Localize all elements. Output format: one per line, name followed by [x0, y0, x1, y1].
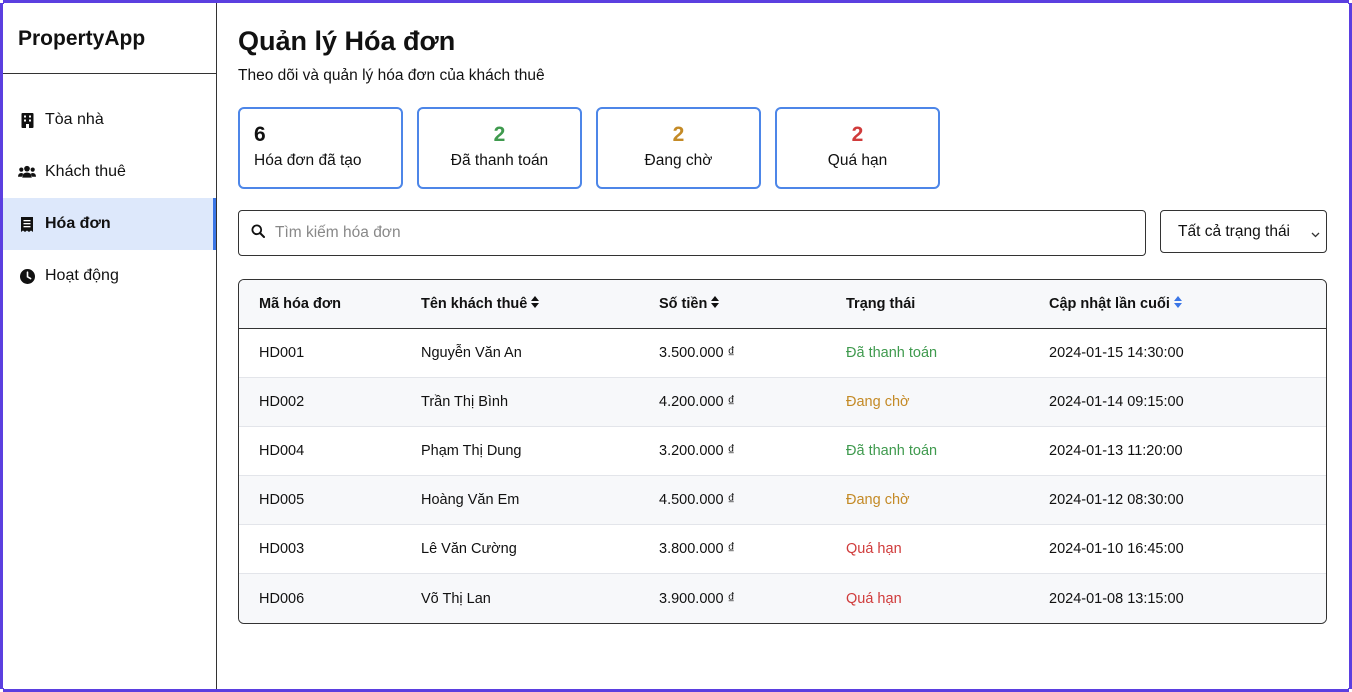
stat-label: Quá hạn [827, 152, 888, 169]
cell-tenant: Võ Thị Lan [421, 590, 491, 607]
table-row[interactable]: HD002 Trần Thị Bình 4.200.000 ₫ Đang chờ… [239, 378, 1326, 427]
sort-active-icon[interactable] [1173, 296, 1182, 312]
frame-handle [0, 688, 4, 692]
column-header-status: Trạng thái [846, 296, 1049, 312]
sidebar-item-invoices[interactable]: Hóa đơn [0, 198, 216, 250]
column-header-label: Số tiền [659, 295, 708, 312]
chevron-down-icon [1311, 225, 1320, 243]
table-row[interactable]: HD001 Nguyễn Văn An 3.500.000 ₫ Đã thanh… [239, 329, 1326, 378]
app-brand[interactable]: PropertyApp [0, 0, 216, 74]
stat-value: 2 [493, 123, 506, 146]
stat-card-paid: 2 Đã thanh toán [417, 107, 582, 189]
cell-updated: 2024-01-10 16:45:00 [1049, 541, 1184, 557]
stat-card-overdue: 2 Quá hạn [775, 107, 940, 189]
cell-amount: 4.500.000 ₫ [659, 492, 735, 508]
cell-id: HD003 [259, 541, 305, 557]
table-header: Mã hóa đơn Tên khách thuê Số tiền Trạng … [239, 280, 1326, 329]
cell-updated: 2024-01-15 14:30:00 [1049, 345, 1184, 361]
sidebar-item-label: Hóa đơn [45, 215, 111, 232]
table-row[interactable]: HD004 Phạm Thị Dung 3.200.000 ₫ Đã thanh… [239, 427, 1326, 476]
cell-id: HD001 [259, 345, 305, 361]
stat-label: Đang chờ [644, 152, 713, 169]
table-row[interactable]: HD005 Hoàng Văn Em 4.500.000 ₫ Đang chờ … [239, 476, 1326, 525]
stat-card-total: 6 Hóa đơn đã tạo [238, 107, 403, 189]
column-header-amount[interactable]: Số tiền [659, 296, 846, 312]
sort-icon[interactable] [711, 296, 720, 312]
cell-status: Quá hạn [846, 541, 902, 557]
cell-amount: 4.200.000 ₫ [659, 394, 735, 410]
sidebar-item-buildings[interactable]: Tòa nhà [0, 94, 216, 146]
column-header-label: Cập nhật lần cuối [1049, 295, 1170, 312]
stat-value: 2 [851, 123, 864, 146]
sidebar-item-label: Khách thuê [45, 163, 126, 180]
cell-id: HD005 [259, 492, 305, 508]
cell-amount: 3.500.000 ₫ [659, 345, 735, 361]
column-header-updated[interactable]: Cập nhật lần cuối [1049, 296, 1326, 312]
sidebar-item-label: Hoạt động [45, 267, 119, 284]
main-content: Quản lý Hóa đơn Theo dõi và quản lý hóa … [238, 0, 1328, 624]
frame-handle [0, 0, 4, 4]
cell-updated: 2024-01-12 08:30:00 [1049, 492, 1184, 508]
sidebar-item-tenants[interactable]: Khách thuê [0, 146, 216, 198]
sort-icon[interactable] [531, 296, 540, 312]
cell-status: Đang chờ [846, 492, 910, 508]
invoice-table: Mã hóa đơn Tên khách thuê Số tiền Trạng … [238, 279, 1327, 624]
cell-tenant: Phạm Thị Dung [421, 443, 522, 459]
stat-value: 2 [672, 123, 685, 146]
sidebar: PropertyApp Tòa nhà Khách thuê Hóa đơn H… [0, 0, 217, 692]
clock-icon [18, 267, 36, 285]
table-row[interactable]: HD006 Võ Thị Lan 3.900.000 ₫ Quá hạn 202… [239, 574, 1326, 623]
stat-label: Hóa đơn đã tạo [254, 152, 362, 169]
status-filter-value: Tất cả trạng thái [1178, 222, 1291, 240]
column-header-tenant[interactable]: Tên khách thuê [421, 296, 659, 312]
cell-amount: 3.800.000 ₫ [659, 541, 735, 557]
status-filter-select[interactable]: Tất cả trạng thái [1160, 210, 1327, 253]
cell-id: HD004 [259, 443, 305, 459]
column-header-label: Trạng thái [846, 296, 916, 312]
column-header-id: Mã hóa đơn [239, 296, 421, 312]
sidebar-nav: Tòa nhà Khách thuê Hóa đơn Hoạt động [0, 94, 216, 302]
page-subtitle: Theo dõi và quản lý hóa đơn của khách th… [238, 67, 545, 84]
cell-amount: 3.200.000 ₫ [659, 443, 735, 459]
table-row[interactable]: HD003 Lê Văn Cường 3.800.000 ₫ Quá hạn 2… [239, 525, 1326, 574]
cell-tenant: Trần Thị Bình [421, 394, 509, 410]
column-header-label: Mã hóa đơn [259, 296, 342, 312]
frame-handle [1348, 0, 1352, 4]
cell-updated: 2024-01-08 13:15:00 [1049, 590, 1184, 607]
sidebar-item-activity[interactable]: Hoạt động [0, 250, 216, 302]
sidebar-item-label: Tòa nhà [45, 111, 104, 128]
building-icon [18, 111, 36, 129]
stats-cards: 6 Hóa đơn đã tạo 2 Đã thanh toán 2 Đang … [238, 107, 1328, 189]
search-icon [251, 224, 265, 243]
cell-status: Đã thanh toán [846, 345, 938, 361]
search-input[interactable] [275, 224, 1125, 242]
cell-status: Đã thanh toán [846, 443, 938, 459]
search-box[interactable] [238, 210, 1146, 256]
cell-tenant: Lê Văn Cường [421, 541, 517, 557]
page-title: Quản lý Hóa đơn [238, 26, 456, 56]
cell-id: HD002 [259, 394, 305, 410]
cell-tenant: Nguyễn Văn An [421, 345, 522, 361]
stat-value: 6 [254, 123, 266, 146]
frame-handle [1348, 688, 1352, 692]
cell-updated: 2024-01-14 09:15:00 [1049, 394, 1184, 410]
column-header-label: Tên khách thuê [421, 295, 528, 312]
cell-updated: 2024-01-13 11:20:00 [1049, 443, 1183, 459]
cell-amount: 3.900.000 ₫ [659, 590, 735, 607]
cell-tenant: Hoàng Văn Em [421, 492, 520, 508]
cell-id: HD006 [259, 590, 305, 607]
users-icon [18, 163, 36, 181]
cell-status: Quá hạn [846, 590, 902, 607]
stat-label: Đã thanh toán [450, 152, 549, 169]
cell-status: Đang chờ [846, 394, 910, 410]
receipt-icon [18, 215, 36, 233]
stat-card-pending: 2 Đang chờ [596, 107, 761, 189]
toolbar: Tất cả trạng thái [238, 210, 1328, 256]
